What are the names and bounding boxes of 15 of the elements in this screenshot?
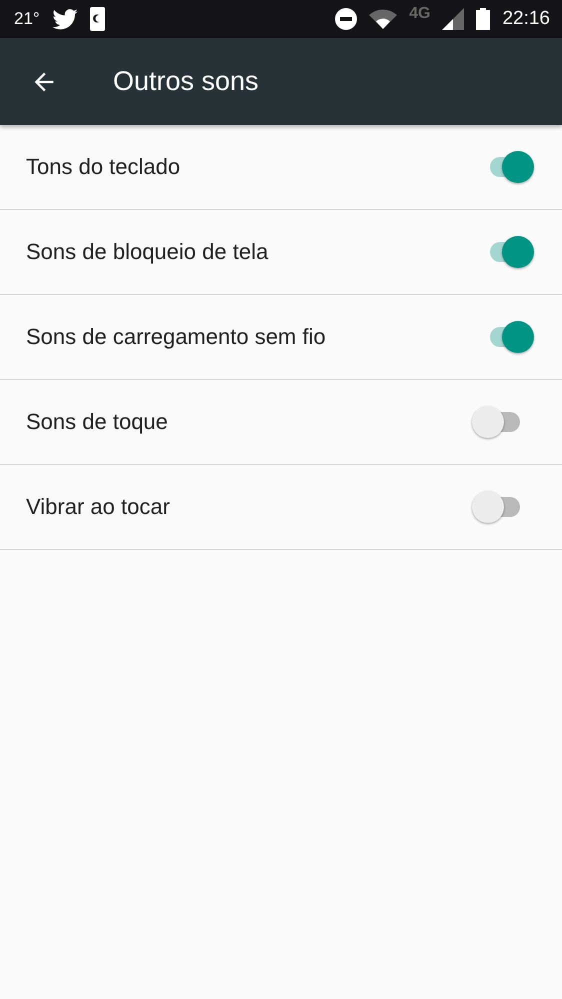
setting-label: Tons do teclado [26,154,182,180]
clock: 22:16 [502,8,550,30]
do-not-disturb-icon [335,8,358,30]
setting-label: Vibrar ao tocar [26,494,171,520]
battery-icon [476,8,490,30]
temperature: 21° [14,9,40,29]
screen-title: Outros sons [113,66,259,97]
phone-moon-icon [90,7,105,31]
setting-label: Sons de toque [26,409,169,435]
network-type: 4G [409,5,430,23]
setting-label: Sons de bloqueio de tela [26,239,270,265]
bird-icon [52,8,78,30]
signal-icon [442,8,464,30]
wifi-icon [369,9,398,29]
setting-label: Sons de carregamento sem fio [26,324,327,350]
